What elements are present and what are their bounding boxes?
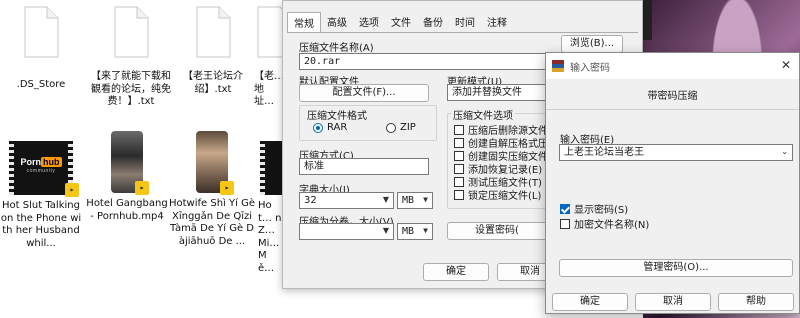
format-zip-radio[interactable]: ZIP bbox=[386, 122, 416, 133]
video-thumbnail: ▶ bbox=[111, 131, 149, 195]
password-input[interactable]: 上老王论坛当老王 ⌄ bbox=[559, 144, 793, 161]
tab-files[interactable]: 文件 bbox=[385, 12, 417, 30]
file-name: 【老王论坛介绍】.txt bbox=[183, 71, 243, 95]
radio-unselected-icon bbox=[386, 122, 396, 133]
update-mode-select[interactable]: 添加并替换文件 bbox=[447, 84, 547, 101]
document-icon bbox=[114, 6, 149, 58]
compression-method-select[interactable]: 标准 bbox=[299, 158, 429, 175]
profiles-button[interactable]: 配置文件(F)... bbox=[299, 84, 429, 102]
video-thumbnail bbox=[260, 141, 282, 195]
file-item[interactable]: 【老…地址… bbox=[254, 6, 282, 109]
dictionary-size-select[interactable]: 32 ▼ bbox=[299, 192, 394, 209]
tab-options[interactable]: 选项 bbox=[353, 12, 385, 30]
close-icon[interactable]: ✕ bbox=[781, 58, 791, 72]
archive-name-label: 压缩文件名称(A) bbox=[299, 43, 374, 54]
chevron-down-icon: ▼ bbox=[382, 226, 389, 235]
help-button[interactable]: 帮助 bbox=[718, 293, 794, 311]
tab-backup[interactable]: 备份 bbox=[417, 12, 449, 30]
file-item[interactable]: ▶ Hotel Gangbang - Pornhub.mp4 bbox=[86, 127, 168, 223]
archive-format-label: 压缩文件格式 bbox=[305, 107, 369, 122]
split-volumes-select[interactable]: ▼ bbox=[299, 223, 394, 240]
dialog-titlebar[interactable]: 输入密码 bbox=[546, 53, 799, 79]
file-name: 【老…地址… bbox=[254, 71, 282, 107]
dialog-title: 输入密码 bbox=[570, 62, 610, 74]
file-name: Hot… n Z… Mi… Mě… bbox=[258, 200, 282, 274]
file-name: Hotel Gangbang - Pornhub.mp4 bbox=[86, 198, 168, 222]
file-item[interactable]: 【来了就能下载和観看的论坛，纯免费！】.txt bbox=[90, 6, 172, 109]
chevron-down-icon: ▼ bbox=[382, 195, 389, 204]
chevron-down-icon: ▼ bbox=[423, 226, 428, 235]
file-name: Hot Slut Talking on the Phone with her H… bbox=[0, 200, 82, 249]
tab-advanced[interactable]: 高级 bbox=[321, 12, 353, 30]
ok-button[interactable]: 确定 bbox=[423, 263, 489, 281]
manage-passwords-button[interactable]: 管理密码(O)... bbox=[559, 259, 793, 277]
split-unit-select[interactable]: MB ▼ bbox=[397, 223, 433, 240]
file-item[interactable]: Porn hub community ▶ Hot Slut Talking on … bbox=[0, 127, 82, 250]
file-name: 【来了就能下载和観看的论坛，纯免费！】.txt bbox=[91, 71, 171, 107]
dialog-heading: 带密码压缩 bbox=[647, 91, 698, 102]
player-badge-icon: ▶ bbox=[220, 181, 234, 195]
tab-bar: 常规 高级 选项 文件 备份 时间 注释 bbox=[287, 12, 513, 32]
file-item[interactable]: .DS_Store bbox=[0, 6, 82, 92]
tab-time[interactable]: 时间 bbox=[449, 12, 481, 30]
document-icon bbox=[257, 6, 282, 58]
encrypt-filenames-checkbox[interactable]: 加密文件名称(N) bbox=[560, 216, 649, 231]
chevron-down-icon: ▼ bbox=[423, 195, 428, 204]
file-item[interactable]: 【老王论坛介绍】.txt bbox=[172, 6, 254, 96]
tab-general[interactable]: 常规 bbox=[287, 12, 321, 32]
option-lock-archive[interactable]: 锁定压缩文件(L) bbox=[454, 187, 541, 202]
enter-password-dialog: 输入密码 ✕ 带密码压缩 输入密码(E) 上老王论坛当老王 ⌄ 显示密码(S) 加… bbox=[545, 52, 800, 314]
set-password-button[interactable]: 设置密码( bbox=[447, 222, 547, 240]
player-badge-icon: ▶ bbox=[135, 181, 149, 195]
radio-selected-icon bbox=[313, 122, 323, 133]
ok-button[interactable]: 确定 bbox=[552, 293, 628, 311]
file-name: Hotwife Shì Yí Gè Xīnggǎn De Qīzi Tàmā D… bbox=[169, 198, 255, 247]
archive-options-label: 压缩文件选项 bbox=[451, 107, 515, 122]
cancel-button[interactable]: 取消 bbox=[635, 293, 711, 311]
video-thumbnail: Porn hub community ▶ bbox=[9, 141, 79, 197]
dictionary-unit-select[interactable]: MB ▼ bbox=[397, 192, 433, 209]
winrar-icon bbox=[552, 60, 564, 72]
tab-comment[interactable]: 注释 bbox=[481, 12, 513, 30]
pornhub-logo: Porn hub community bbox=[20, 157, 62, 174]
player-badge-icon: ▶ bbox=[65, 183, 79, 197]
show-password-checkbox[interactable]: 显示密码(S) bbox=[560, 201, 628, 216]
file-item[interactable]: Hot… n Z… Mi… Mě… bbox=[258, 127, 282, 275]
document-icon bbox=[196, 6, 231, 58]
checkbox-checked-icon bbox=[560, 203, 570, 214]
file-item[interactable]: ▶ Hotwife Shì Yí Gè Xīnggǎn De Qīzi Tàmā… bbox=[168, 127, 256, 248]
chevron-down-icon[interactable]: ⌄ bbox=[781, 146, 788, 158]
video-thumbnail: ▶ bbox=[196, 131, 234, 195]
checkbox-unchecked-icon bbox=[560, 218, 570, 229]
format-rar-radio[interactable]: RAR bbox=[313, 122, 347, 133]
file-name: .DS_Store bbox=[16, 79, 66, 90]
divider bbox=[546, 109, 799, 110]
browse-button[interactable]: 浏览(B)... bbox=[561, 35, 623, 53]
document-icon bbox=[24, 6, 59, 58]
